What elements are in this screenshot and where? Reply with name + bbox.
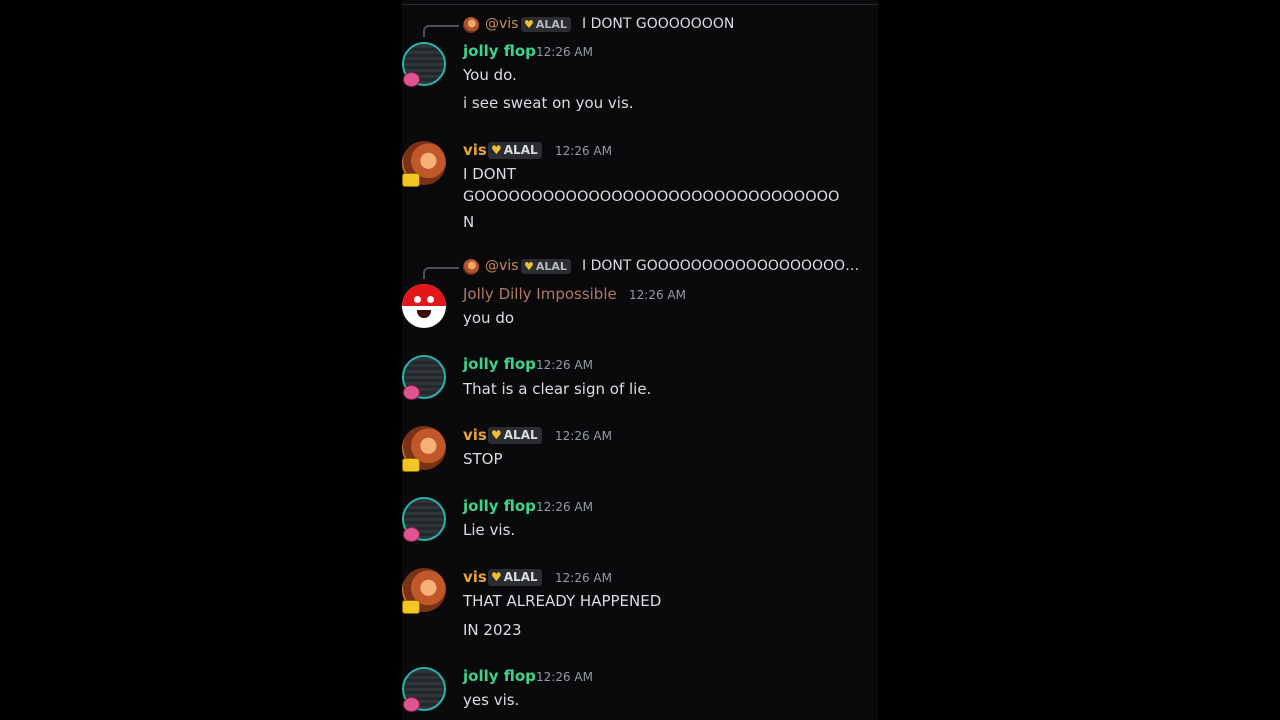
avatar-mouth bbox=[417, 310, 431, 318]
avatar[interactable] bbox=[402, 141, 446, 187]
author-name[interactable]: vis bbox=[463, 568, 487, 586]
avatar[interactable] bbox=[402, 426, 446, 472]
heart-icon: ♥ bbox=[491, 143, 502, 157]
message-text: GOOOOOOOOOOOOOOOOOOOOOOOOOOOOOOOO bbox=[463, 189, 840, 205]
heart-icon: ♥ bbox=[524, 260, 534, 273]
reply-author[interactable]: @vis bbox=[485, 258, 518, 274]
heart-icon: ♥ bbox=[491, 428, 502, 442]
reply-avatar bbox=[463, 17, 479, 33]
message-text: you do bbox=[463, 309, 515, 327]
message-text: yes vis. bbox=[463, 691, 520, 709]
reply-avatar bbox=[463, 259, 479, 275]
reply-preview[interactable]: @vis ♥ ALAL I DONT GOOOOOOON bbox=[402, 16, 878, 37]
message-text: That is a clear sign of lie. bbox=[463, 380, 652, 398]
message-text: You do. bbox=[463, 66, 517, 84]
avatar-eye bbox=[414, 296, 421, 303]
author-name[interactable]: Jolly Dilly Impossible bbox=[463, 285, 617, 303]
timestamp: 12:26 AM bbox=[536, 45, 593, 59]
reply-preview[interactable]: @vis ♥ ALAL I DONT GOOOOOOOOOOOOOOOOOOOO.… bbox=[402, 258, 878, 279]
message-text: I DONT bbox=[463, 165, 516, 183]
timestamp: 12:26 AM bbox=[555, 429, 612, 443]
avatar-decoration bbox=[402, 173, 420, 187]
message-text: IN 2023 bbox=[463, 621, 522, 639]
avatar-decoration bbox=[403, 697, 420, 712]
author-name[interactable]: vis bbox=[463, 426, 487, 444]
reply-author[interactable]: @vis bbox=[485, 16, 518, 32]
reply-text: I DONT GOOOOOOON bbox=[582, 16, 735, 32]
author-name[interactable]: jolly flop bbox=[463, 42, 536, 60]
role-badge: ♥ ALAL bbox=[488, 569, 542, 586]
avatar-cap bbox=[402, 284, 446, 306]
author-name[interactable]: vis bbox=[463, 141, 487, 159]
role-badge: ♥ ALAL bbox=[488, 142, 542, 159]
divider bbox=[402, 4, 878, 5]
message-text: THAT ALREADY HAPPENED bbox=[463, 592, 662, 610]
reply-text: I DONT GOOOOOOOOOOOOOOOOOOOO... bbox=[582, 258, 864, 274]
timestamp: 12:26 AM bbox=[629, 288, 686, 302]
timestamp: 12:26 AM bbox=[555, 571, 612, 585]
timestamp: 12:26 AM bbox=[536, 500, 593, 514]
author-name[interactable]: jolly flop bbox=[463, 355, 536, 373]
role-badge: ♥ ALAL bbox=[521, 259, 571, 274]
heart-icon: ♥ bbox=[524, 18, 534, 31]
avatar-decoration bbox=[403, 72, 420, 87]
avatar[interactable] bbox=[402, 42, 446, 87]
avatar-decoration bbox=[403, 385, 420, 400]
timestamp: 12:26 AM bbox=[555, 144, 612, 158]
role-badge: ♥ ALAL bbox=[488, 427, 542, 444]
avatar-decoration bbox=[402, 458, 420, 472]
timestamp: 12:26 AM bbox=[536, 670, 593, 684]
heart-icon: ♥ bbox=[491, 570, 502, 584]
message-text: i see sweat on you vis. bbox=[463, 94, 634, 112]
message-text: N bbox=[463, 213, 475, 231]
avatar[interactable] bbox=[402, 568, 446, 614]
avatar-decoration bbox=[403, 527, 420, 542]
avatar[interactable] bbox=[402, 284, 446, 328]
timestamp: 12:26 AM bbox=[536, 358, 593, 372]
avatar[interactable] bbox=[402, 355, 446, 400]
author-name[interactable]: jolly flop bbox=[463, 667, 536, 685]
avatar[interactable] bbox=[402, 497, 446, 542]
chat-panel: @vis ♥ ALAL I DONT GOOOOOOON jolly flop 1… bbox=[402, 0, 878, 720]
role-badge: ♥ ALAL bbox=[521, 17, 571, 32]
avatar[interactable] bbox=[402, 667, 446, 712]
message-text: Lie vis. bbox=[463, 521, 516, 539]
avatar-decoration bbox=[402, 600, 420, 614]
reply-spine bbox=[423, 267, 459, 279]
author-name[interactable]: jolly flop bbox=[463, 497, 536, 515]
message-text: STOP bbox=[463, 450, 503, 468]
reply-spine bbox=[423, 25, 459, 37]
avatar-eye bbox=[427, 296, 434, 303]
